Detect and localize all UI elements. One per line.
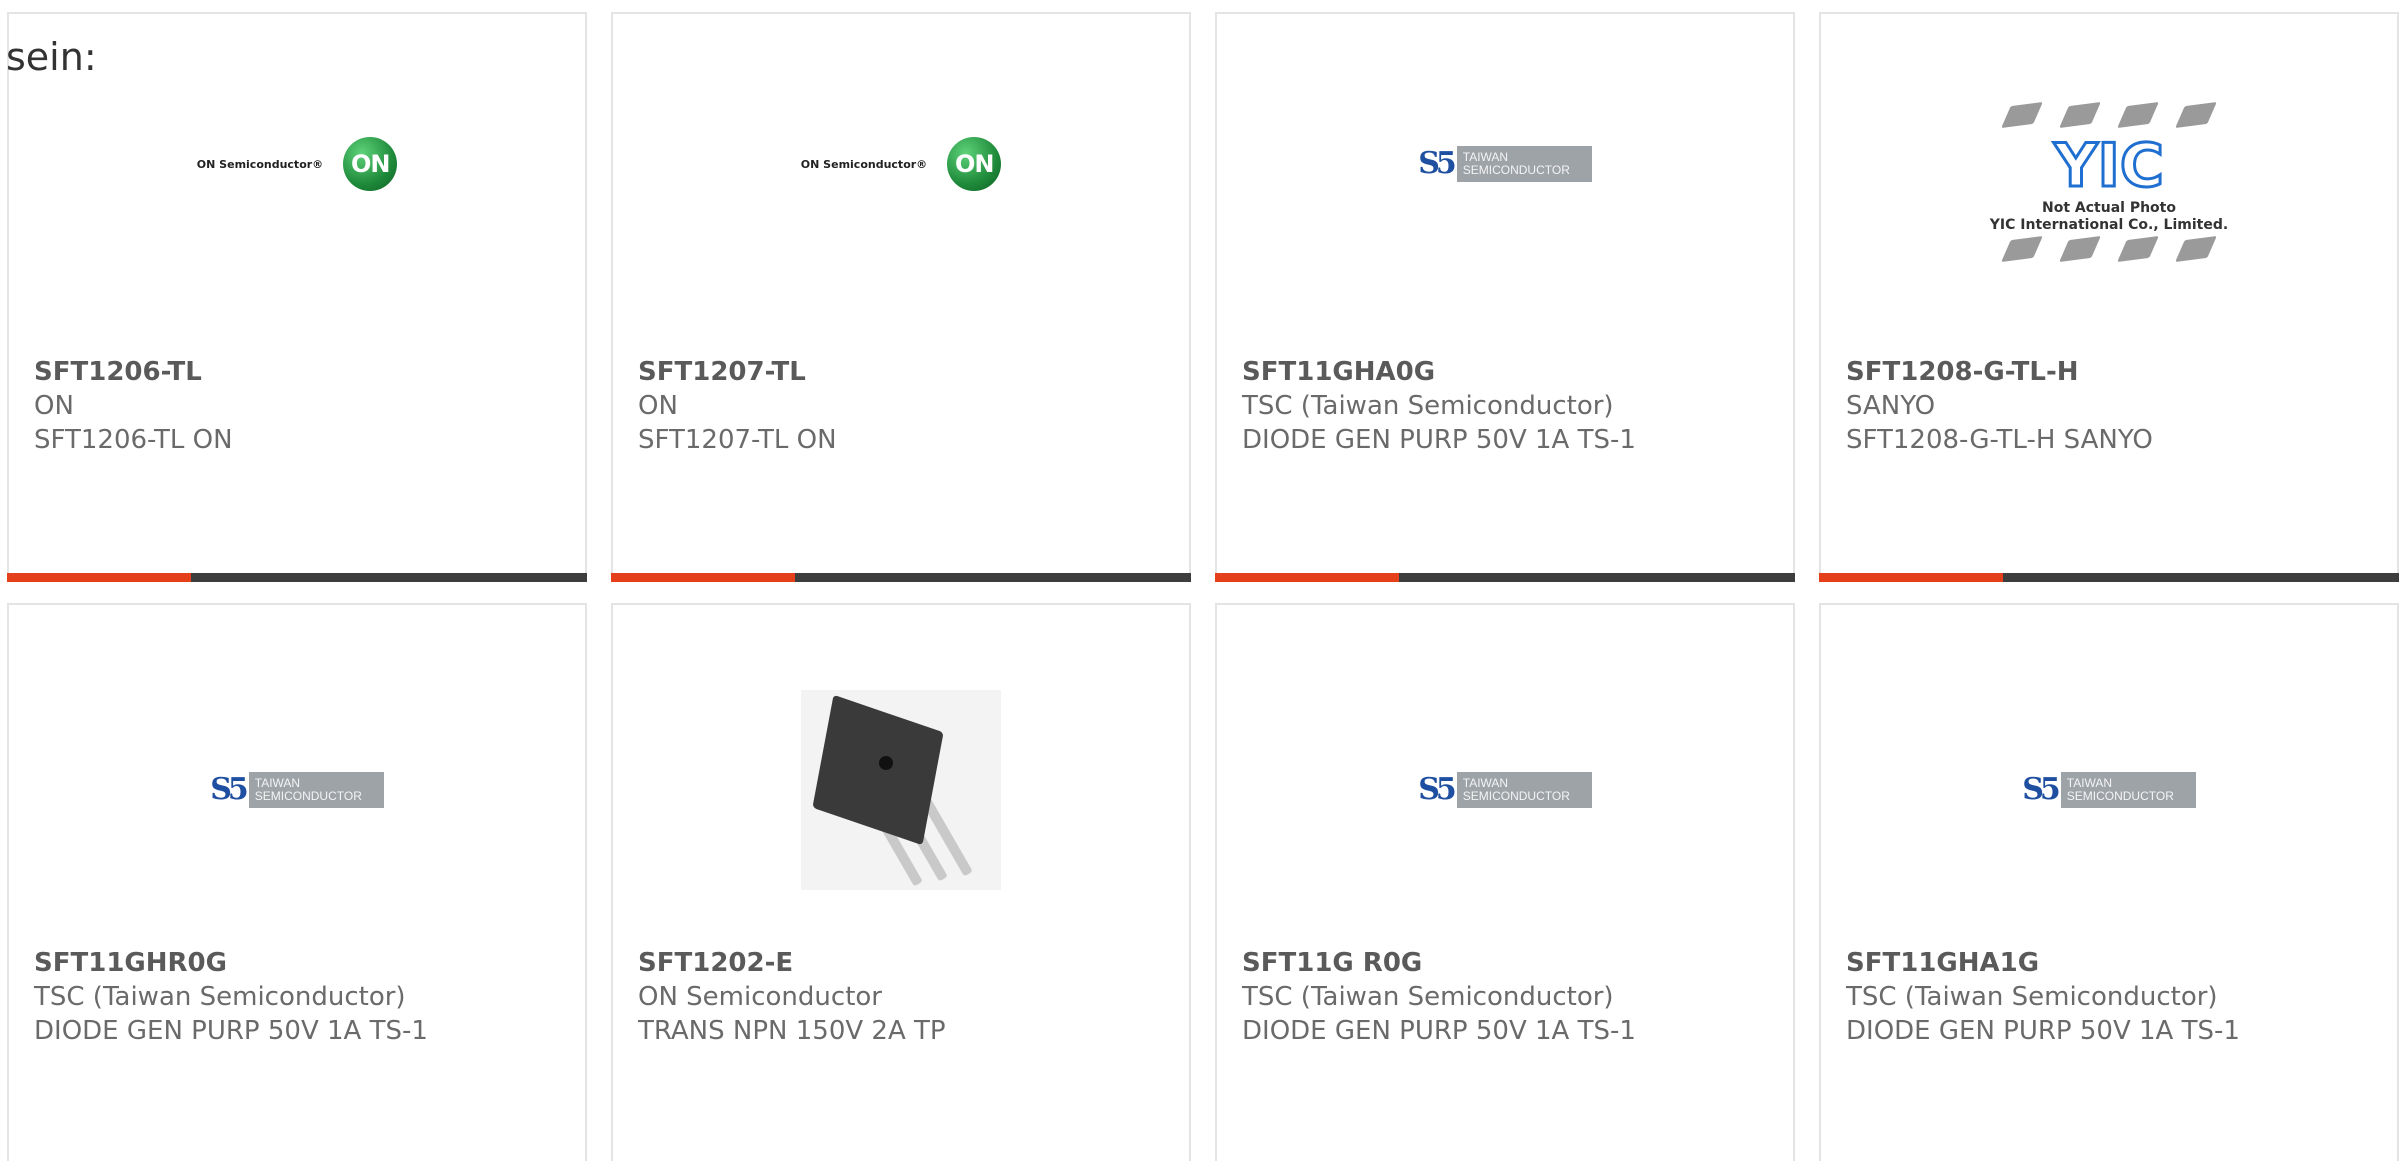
on-badge: ON [947,137,1002,191]
product-description: TRANS NPN 150V 2A TP [638,1016,946,1046]
logo-line2: SEMICONDUCTOR [2066,789,2174,803]
product-manufacturer: TSC (Taiwan Semiconductor) [1846,982,2218,1012]
logo-text: ON Semiconductor® [196,157,324,171]
logo-line2: SEMICONDUCTOR [254,789,362,803]
logo-line2: SEMICONDUCTOR [1462,789,1570,803]
yic-logo: YIC [2053,131,2166,201]
chip-icons [2001,236,2217,262]
card-bottom-bar [1819,573,2399,582]
product-manufacturer: SANYO [1846,391,1936,421]
card-accent [7,573,191,582]
logo-text: ON Semiconductor® [800,157,928,171]
tsc-logo-plate: TAIWAN SEMICONDUCTOR [2060,772,2196,808]
on-semiconductor-logo: ON Semiconductor® ON [196,137,398,191]
product-card[interactable]: S5 TAIWAN SEMICONDUCTOR SFT11GHA1G TSC (… [1819,603,2399,1161]
product-image[interactable]: S5 TAIWAN SEMICONDUCTOR [1821,665,2397,915]
card-bottom-bar [611,573,1191,582]
product-card[interactable]: S5 TAIWAN SEMICONDUCTOR SFT11GHA0G TSC (… [1215,12,1795,582]
product-manufacturer: TSC (Taiwan Semiconductor) [1242,391,1614,421]
product-card[interactable]: ON Semiconductor® ON SFT1206-TL ON SFT12… [7,12,587,582]
product-card[interactable]: S5 TAIWAN SEMICONDUCTOR SFT11GHR0G TSC (… [7,603,587,1161]
logo-line1: TAIWAN [1462,150,1509,164]
yic-placeholder-image: YIC Not Actual Photo YIC International C… [1990,100,2228,264]
card-accent [1215,573,1399,582]
tsc-logo-plate: TAIWAN SEMICONDUCTOR [1456,146,1592,182]
product-part-number[interactable]: SFT1208-G-TL-H [1846,357,2079,387]
product-image[interactable] [613,665,1189,915]
product-card[interactable]: S5 TAIWAN SEMICONDUCTOR SFT11G R0G TSC (… [1215,603,1795,1161]
product-description: DIODE GEN PURP 50V 1A TS-1 [1242,1016,1636,1046]
product-image[interactable]: ON Semiconductor® ON [9,64,585,304]
logo-line2: SEMICONDUCTOR [1462,163,1570,177]
card-bottom-bar [1215,573,1795,582]
product-description: DIODE GEN PURP 50V 1A TS-1 [1846,1016,2240,1046]
product-part-number[interactable]: SFT1206-TL [34,357,202,387]
on-badge: ON [343,137,398,191]
product-image[interactable]: YIC Not Actual Photo YIC International C… [1821,64,2397,304]
product-part-number[interactable]: SFT11GHR0G [34,948,227,978]
product-manufacturer: ON [638,391,678,421]
taiwan-semiconductor-logo: S5 TAIWAN SEMICONDUCTOR [1418,146,1592,182]
tsc-mark-icon: S5 [1418,772,1456,807]
product-manufacturer: TSC (Taiwan Semiconductor) [1242,982,1614,1012]
tsc-logo-plate: TAIWAN SEMICONDUCTOR [1456,772,1592,808]
logo-line1: TAIWAN [2066,776,2113,790]
tsc-mark-icon: S5 [1418,146,1456,181]
product-card[interactable]: SFT1202-E ON Semiconductor TRANS NPN 150… [611,603,1191,1161]
card-accent [611,573,795,582]
product-part-number[interactable]: SFT1207-TL [638,357,806,387]
logo-line1: TAIWAN [1462,776,1509,790]
tsc-mark-icon: S5 [2022,772,2060,807]
product-image[interactable]: S5 TAIWAN SEMICONDUCTOR [1217,665,1793,915]
product-part-number[interactable]: SFT1202-E [638,948,793,978]
card-accent [1819,573,2003,582]
product-image[interactable]: S5 TAIWAN SEMICONDUCTOR [1217,64,1793,304]
transistor-body [812,694,944,846]
logo-line1: TAIWAN [254,776,301,790]
taiwan-semiconductor-logo: S5 TAIWAN SEMICONDUCTOR [210,772,384,808]
product-description: DIODE GEN PURP 50V 1A TS-1 [1242,425,1636,455]
product-grid: ON Semiconductor® ON SFT1206-TL ON SFT12… [0,0,2400,1161]
placeholder-caption: Not Actual Photo YIC International Co., … [1990,200,2228,234]
product-part-number[interactable]: SFT11GHA0G [1242,357,1435,387]
taiwan-semiconductor-logo: S5 TAIWAN SEMICONDUCTOR [1418,772,1592,808]
product-description: DIODE GEN PURP 50V 1A TS-1 [34,1016,428,1046]
product-card[interactable]: YIC Not Actual Photo YIC International C… [1819,12,2399,582]
product-description: SFT1208-G-TL-H SANYO [1846,425,2153,455]
on-semiconductor-logo: ON Semiconductor® ON [800,137,1002,191]
taiwan-semiconductor-logo: S5 TAIWAN SEMICONDUCTOR [2022,772,2196,808]
tsc-mark-icon: S5 [210,772,248,807]
product-description: SFT1206-TL ON [34,425,233,455]
product-card[interactable]: ON Semiconductor® ON SFT1207-TL ON SFT12… [611,12,1191,582]
product-manufacturer: TSC (Taiwan Semiconductor) [34,982,406,1012]
product-image[interactable]: ON Semiconductor® ON [613,64,1189,304]
transistor-hole [879,756,893,770]
product-description: SFT1207-TL ON [638,425,837,455]
product-part-number[interactable]: SFT11GHA1G [1846,948,2039,978]
product-image[interactable]: S5 TAIWAN SEMICONDUCTOR [9,665,585,915]
product-manufacturer: ON [34,391,74,421]
caption-line1: Not Actual Photo [2042,200,2176,216]
tsc-logo-plate: TAIWAN SEMICONDUCTOR [248,772,384,808]
intro-text: sein: [6,35,97,79]
product-manufacturer: ON Semiconductor [638,982,882,1012]
chip-icons [2001,102,2217,128]
card-bottom-bar [7,573,587,582]
caption-line2: YIC International Co., Limited. [1989,217,2229,233]
product-part-number[interactable]: SFT11G R0G [1242,948,1422,978]
transistor-photo [801,690,1001,890]
